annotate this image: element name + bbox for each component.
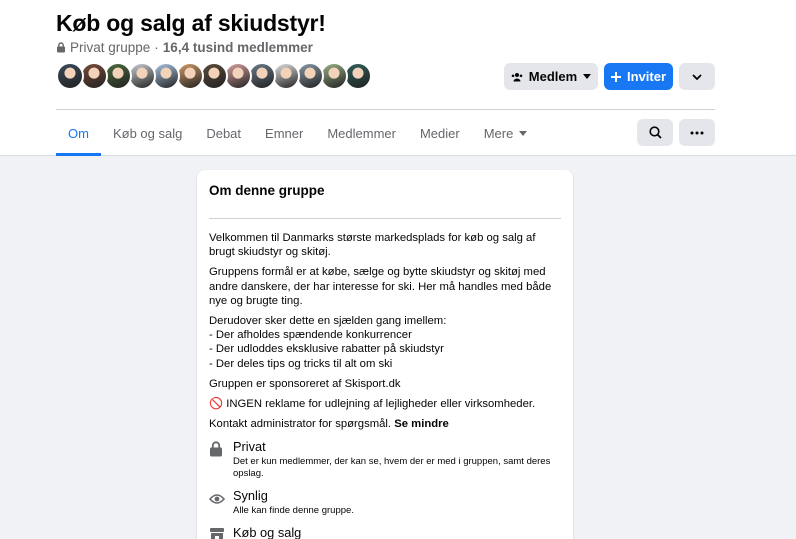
about-paragraph: Velkommen til Danmarks største markedspl… bbox=[209, 232, 536, 259]
about-line: - Der udloddes eksklusive rabatter på sk… bbox=[209, 343, 444, 356]
caret-down-icon bbox=[519, 131, 528, 136]
group-title: Køb og salg af skiudstyr! bbox=[56, 10, 326, 36]
ellipsis-icon bbox=[690, 131, 704, 134]
search-button[interactable] bbox=[637, 119, 673, 146]
tab-label: Mere bbox=[483, 126, 514, 141]
more-options-button[interactable] bbox=[679, 119, 715, 146]
about-title: Om denne gruppe bbox=[209, 183, 325, 198]
see-less-link[interactable]: Se mindre bbox=[394, 418, 449, 430]
tab-label: Køb og salg bbox=[112, 126, 183, 141]
tab-kob-og-salg[interactable]: Køb og salg bbox=[101, 112, 194, 155]
about-line: - Der deles tips og tricks til alt om sk… bbox=[209, 357, 393, 370]
chevron-down-icon bbox=[692, 73, 702, 80]
about-paragraph: 🚫 INGEN reklame for udlejning af lejligh… bbox=[209, 398, 536, 411]
about-paragraph: Derudover sker dette en sjælden gang ime… bbox=[209, 314, 561, 371]
people-icon bbox=[511, 72, 523, 81]
property-title: Køb og salg bbox=[233, 525, 302, 539]
group-header: Køb og salg af skiudstyr! Privat gruppe … bbox=[0, 0, 796, 156]
member-avatar[interactable] bbox=[224, 62, 252, 90]
tab-medier[interactable]: Medier bbox=[408, 112, 472, 155]
group-meta: Privat gruppe · 16,4 tusind medlemmer bbox=[56, 40, 313, 55]
meta-separator: · bbox=[154, 40, 159, 55]
tab-debat[interactable]: Debat bbox=[194, 112, 253, 155]
property-title: Synlig bbox=[233, 488, 268, 504]
tab-mere[interactable]: Mere bbox=[472, 112, 540, 155]
contact-text: Kontakt administrator for spørgsmål. bbox=[209, 418, 392, 431]
lock-icon bbox=[210, 441, 222, 457]
member-count[interactable]: 16,4 tusind medlemmer bbox=[163, 40, 313, 55]
invite-button[interactable]: Inviter bbox=[604, 63, 673, 90]
tab-emner[interactable]: Emner bbox=[253, 112, 315, 155]
about-paragraph: Gruppens formål er at købe, sælge og byt… bbox=[209, 266, 552, 307]
member-avatar[interactable] bbox=[296, 62, 324, 90]
about-card: Om denne gruppe Velkommen til Danmarks s… bbox=[197, 170, 573, 539]
member-avatar[interactable] bbox=[176, 62, 204, 90]
member-button[interactable]: Medlem bbox=[504, 63, 598, 90]
property-private: Privat Det er kun medlemmer, der kan se,… bbox=[209, 439, 561, 480]
plus-icon bbox=[610, 71, 621, 82]
about-divider bbox=[209, 218, 561, 219]
expand-button[interactable] bbox=[679, 63, 715, 90]
tab-label: Om bbox=[68, 126, 89, 141]
search-icon bbox=[648, 126, 662, 139]
member-avatar[interactable] bbox=[152, 62, 180, 90]
member-avatar[interactable] bbox=[344, 62, 372, 90]
tab-label: Medier bbox=[419, 126, 460, 141]
about-line: - Der afholdes spændende konkurrencer bbox=[209, 329, 412, 342]
property-desc: Det er kun medlemmer, der kan se, hvem d… bbox=[233, 456, 551, 480]
member-avatar[interactable] bbox=[128, 62, 156, 90]
invite-button-label: Inviter bbox=[626, 69, 666, 84]
property-title: Privat bbox=[233, 439, 266, 455]
eye-icon bbox=[208, 494, 226, 505]
member-avatar[interactable] bbox=[80, 62, 108, 90]
tab-om[interactable]: Om bbox=[56, 112, 101, 156]
about-paragraph: Kontakt administrator for spørgsmål. Se … bbox=[209, 417, 561, 431]
tab-label: Emner bbox=[265, 126, 304, 141]
member-avatar[interactable] bbox=[248, 62, 276, 90]
header-divider bbox=[56, 109, 715, 110]
caret-down-icon bbox=[583, 74, 592, 79]
group-tabs: Om Køb og salg Debat Emner Medlemmer Med… bbox=[56, 112, 540, 156]
tab-label: Debat bbox=[206, 126, 242, 141]
property-visible: Synlig Alle kan finde denne gruppe. bbox=[208, 488, 561, 517]
member-avatar[interactable] bbox=[272, 62, 300, 90]
member-avatars bbox=[56, 62, 372, 90]
lock-icon bbox=[57, 42, 65, 53]
tab-label: Medlemmer bbox=[327, 126, 396, 141]
member-avatar[interactable] bbox=[56, 62, 84, 90]
about-paragraph: Gruppen er sponsoreret af Skisport.dk bbox=[209, 377, 401, 390]
about-line: Derudover sker dette en sjælden gang ime… bbox=[209, 315, 447, 328]
property-desc: Alle kan finde denne gruppe. bbox=[233, 505, 354, 517]
tab-medlemmer[interactable]: Medlemmer bbox=[315, 112, 408, 155]
member-avatar[interactable] bbox=[320, 62, 348, 90]
shop-icon bbox=[210, 528, 224, 539]
privacy-label: Privat gruppe bbox=[70, 40, 151, 55]
property-buy-sell: Køb og salg bbox=[209, 525, 561, 539]
member-avatar[interactable] bbox=[200, 62, 228, 90]
member-avatar[interactable] bbox=[104, 62, 132, 90]
member-button-label: Medlem bbox=[528, 69, 578, 84]
